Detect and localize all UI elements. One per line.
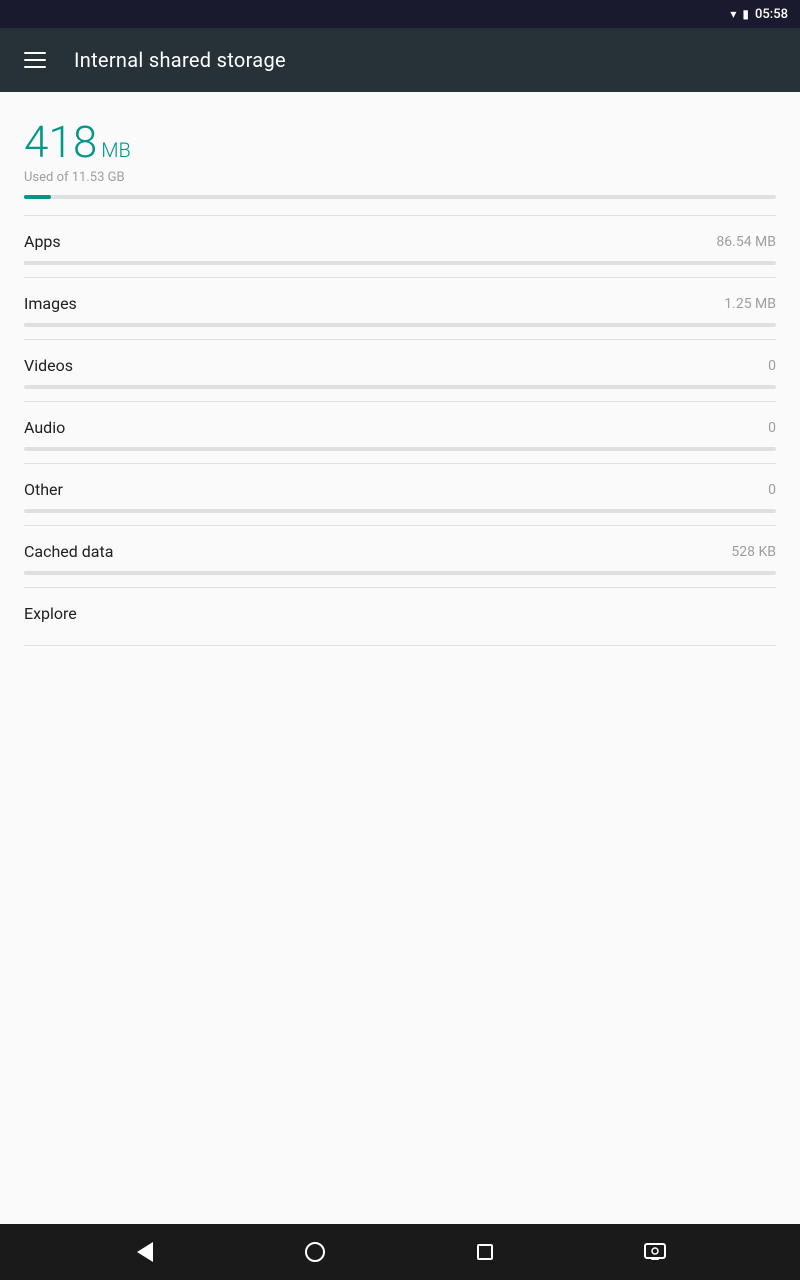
hamburger-line-1 [24, 52, 46, 54]
storage-amount: 418 MB [24, 116, 776, 168]
hamburger-menu-button[interactable] [16, 44, 54, 76]
home-icon [305, 1242, 325, 1262]
apps-header: Apps 86.54 MB [24, 232, 776, 251]
home-button[interactable] [291, 1228, 339, 1276]
storage-item-other[interactable]: Other 0 [0, 464, 800, 525]
images-bar [24, 323, 776, 327]
status-icons: ▾ ▮ 05:58 [730, 7, 788, 22]
videos-bar [24, 385, 776, 389]
audio-value: 0 [768, 420, 776, 436]
storage-item-audio[interactable]: Audio 0 [0, 402, 800, 463]
images-label: Images [24, 294, 77, 313]
storage-item-images[interactable]: Images 1.25 MB [0, 278, 800, 339]
storage-number: 418 [24, 116, 97, 168]
cached-header: Cached data 528 KB [24, 542, 776, 561]
apps-bar-fill [24, 261, 287, 265]
other-label: Other [24, 480, 63, 499]
storage-item-explore[interactable]: Explore [0, 588, 800, 645]
cached-bar-fill [24, 571, 32, 575]
apps-value: 86.54 MB [716, 234, 776, 250]
cached-label: Cached data [24, 542, 113, 561]
status-bar: ▾ ▮ 05:58 [0, 0, 800, 28]
explore-label: Explore [24, 604, 77, 623]
storage-subtitle: Used of 11.53 GB [24, 170, 776, 185]
app-bar-title: Internal shared storage [74, 48, 286, 72]
divider-7 [24, 645, 776, 646]
audio-label: Audio [24, 418, 65, 437]
videos-value: 0 [768, 358, 776, 374]
videos-label: Videos [24, 356, 73, 375]
images-bar-fill [24, 323, 39, 327]
hamburger-line-3 [24, 66, 46, 68]
other-header: Other 0 [24, 480, 776, 499]
apps-bar [24, 261, 776, 265]
back-button[interactable] [121, 1228, 169, 1276]
bottom-nav [0, 1224, 800, 1280]
status-time: 05:58 [755, 7, 788, 22]
screenshot-button[interactable] [631, 1228, 679, 1276]
app-bar: Internal shared storage [0, 28, 800, 92]
audio-header: Audio 0 [24, 418, 776, 437]
storage-progress-bar [24, 195, 776, 199]
apps-label: Apps [24, 232, 61, 251]
cached-value: 528 KB [731, 544, 776, 560]
images-value: 1.25 MB [724, 296, 776, 312]
recents-button[interactable] [461, 1228, 509, 1276]
wifi-icon: ▾ [730, 7, 736, 21]
main-content: 418 MB Used of 11.53 GB Apps 86.54 MB Im… [0, 92, 800, 1224]
explore-header: Explore [24, 604, 776, 623]
videos-header: Videos 0 [24, 356, 776, 375]
storage-unit: MB [101, 138, 131, 162]
audio-bar [24, 447, 776, 451]
storage-item-videos[interactable]: Videos 0 [0, 340, 800, 401]
storage-progress-fill [24, 195, 51, 199]
cached-bar [24, 571, 776, 575]
battery-icon: ▮ [742, 7, 749, 21]
storage-item-cached[interactable]: Cached data 528 KB [0, 526, 800, 587]
images-header: Images 1.25 MB [24, 294, 776, 313]
screenshot-icon [644, 1243, 666, 1261]
storage-item-apps[interactable]: Apps 86.54 MB [0, 216, 800, 277]
back-icon [137, 1242, 153, 1262]
other-bar [24, 509, 776, 513]
hamburger-line-2 [24, 59, 46, 61]
recents-icon [477, 1244, 493, 1260]
other-value: 0 [768, 482, 776, 498]
storage-summary: 418 MB Used of 11.53 GB [0, 92, 800, 215]
